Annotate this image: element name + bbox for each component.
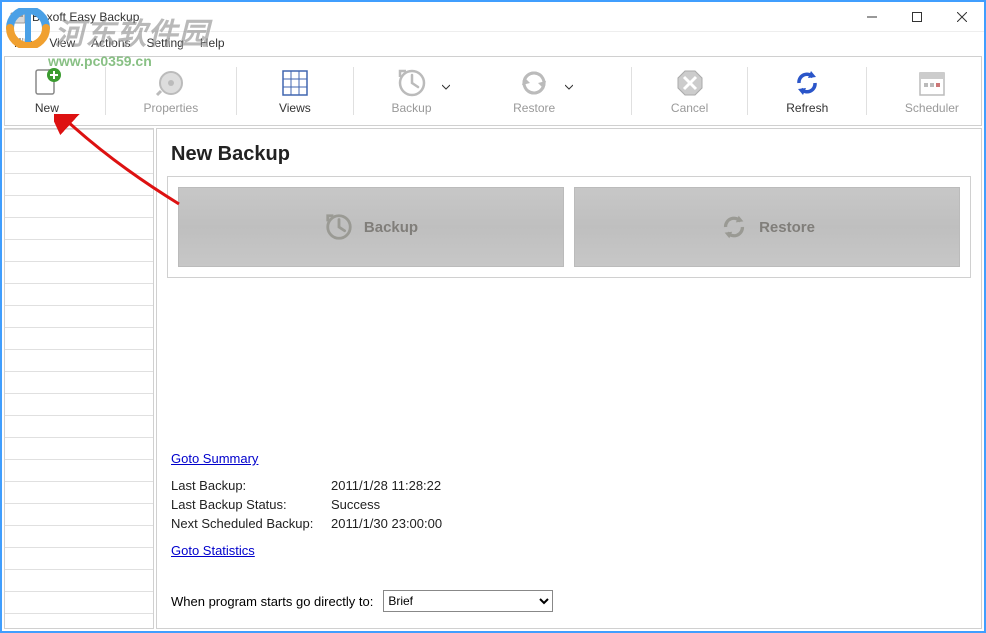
refresh-label: Refresh xyxy=(786,101,828,115)
properties-icon xyxy=(155,67,187,99)
backup-button[interactable]: Backup xyxy=(381,59,441,123)
action-buttons-row: Backup Restore xyxy=(167,176,971,278)
goto-summary-link[interactable]: Goto Summary xyxy=(171,451,258,466)
menu-actions[interactable]: Actions xyxy=(83,34,138,52)
properties-button[interactable]: Properties xyxy=(134,59,209,123)
refresh-icon xyxy=(791,67,823,99)
menu-view[interactable]: View xyxy=(41,34,83,52)
chevron-down-icon[interactable] xyxy=(565,81,573,95)
menu-help[interactable]: Help xyxy=(192,34,233,52)
next-sched-value: 2011/1/30 23:00:00 xyxy=(331,516,442,531)
last-backup-label: Last Backup: xyxy=(171,478,331,493)
sidebar-list xyxy=(5,129,153,628)
maximize-button[interactable] xyxy=(894,2,939,31)
summary-section: Goto Summary Last Backup: 2011/1/28 11:2… xyxy=(167,431,971,570)
cancel-icon xyxy=(674,67,706,99)
content-panel: New Backup Backup Restore Goto Summary L… xyxy=(156,128,982,629)
restore-icon xyxy=(719,212,749,242)
big-restore-label: Restore xyxy=(759,219,815,236)
big-backup-button[interactable]: Backup xyxy=(178,187,564,267)
close-button[interactable] xyxy=(939,2,984,31)
backup-label: Backup xyxy=(391,101,431,115)
menubar: File View Actions Setting Help xyxy=(2,32,984,54)
last-status-label: Last Backup Status: xyxy=(171,497,331,512)
scheduler-label: Scheduler xyxy=(905,101,959,115)
toolbar: New Properties Views Backup Restore xyxy=(4,56,982,126)
properties-label: Properties xyxy=(144,101,199,115)
refresh-button[interactable]: Refresh xyxy=(776,59,838,123)
titlebar: Boxoft Easy Backup xyxy=(2,2,984,32)
goto-statistics-link[interactable]: Goto Statistics xyxy=(171,543,255,558)
toolbar-separator xyxy=(747,67,748,115)
app-icon xyxy=(10,9,26,25)
restore-button[interactable]: Restore xyxy=(503,59,565,123)
toolbar-separator xyxy=(353,67,354,115)
next-sched-row: Next Scheduled Backup: 2011/1/30 23:00:0… xyxy=(171,516,967,531)
last-backup-row: Last Backup: 2011/1/28 11:28:22 xyxy=(171,478,967,493)
restore-icon xyxy=(518,67,550,99)
big-restore-button[interactable]: Restore xyxy=(574,187,960,267)
last-backup-value: 2011/1/28 11:28:22 xyxy=(331,478,441,493)
cancel-button[interactable]: Cancel xyxy=(660,59,720,123)
scheduler-button[interactable]: Scheduler xyxy=(895,59,969,123)
minimize-button[interactable] xyxy=(849,2,894,31)
toolbar-separator xyxy=(105,67,106,115)
sidebar[interactable] xyxy=(4,128,154,629)
toolbar-separator xyxy=(236,67,237,115)
new-label: New xyxy=(35,101,59,115)
scheduler-icon xyxy=(916,67,948,99)
new-icon xyxy=(31,67,63,99)
startup-row: When program starts go directly to: Brie… xyxy=(167,570,971,620)
big-backup-label: Backup xyxy=(364,219,418,236)
menu-file[interactable]: File xyxy=(6,34,41,52)
backup-icon xyxy=(324,212,354,242)
startup-label: When program starts go directly to: xyxy=(171,594,373,609)
chevron-down-icon[interactable] xyxy=(442,81,450,95)
menu-setting[interactable]: Setting xyxy=(139,34,192,52)
new-button[interactable]: New xyxy=(17,59,77,123)
views-label: Views xyxy=(279,101,311,115)
restore-label: Restore xyxy=(513,101,555,115)
window-title: Boxoft Easy Backup xyxy=(32,10,849,24)
page-title: New Backup xyxy=(167,137,971,176)
views-icon xyxy=(279,67,311,99)
last-status-value: Success xyxy=(331,497,380,512)
views-button[interactable]: Views xyxy=(265,59,325,123)
cancel-label: Cancel xyxy=(671,101,708,115)
next-sched-label: Next Scheduled Backup: xyxy=(171,516,331,531)
backup-icon xyxy=(396,67,428,99)
startup-select[interactable]: Brief xyxy=(383,590,553,612)
last-status-row: Last Backup Status: Success xyxy=(171,497,967,512)
main-area: New Backup Backup Restore Goto Summary L… xyxy=(4,128,982,629)
toolbar-separator xyxy=(866,67,867,115)
toolbar-separator xyxy=(631,67,632,115)
